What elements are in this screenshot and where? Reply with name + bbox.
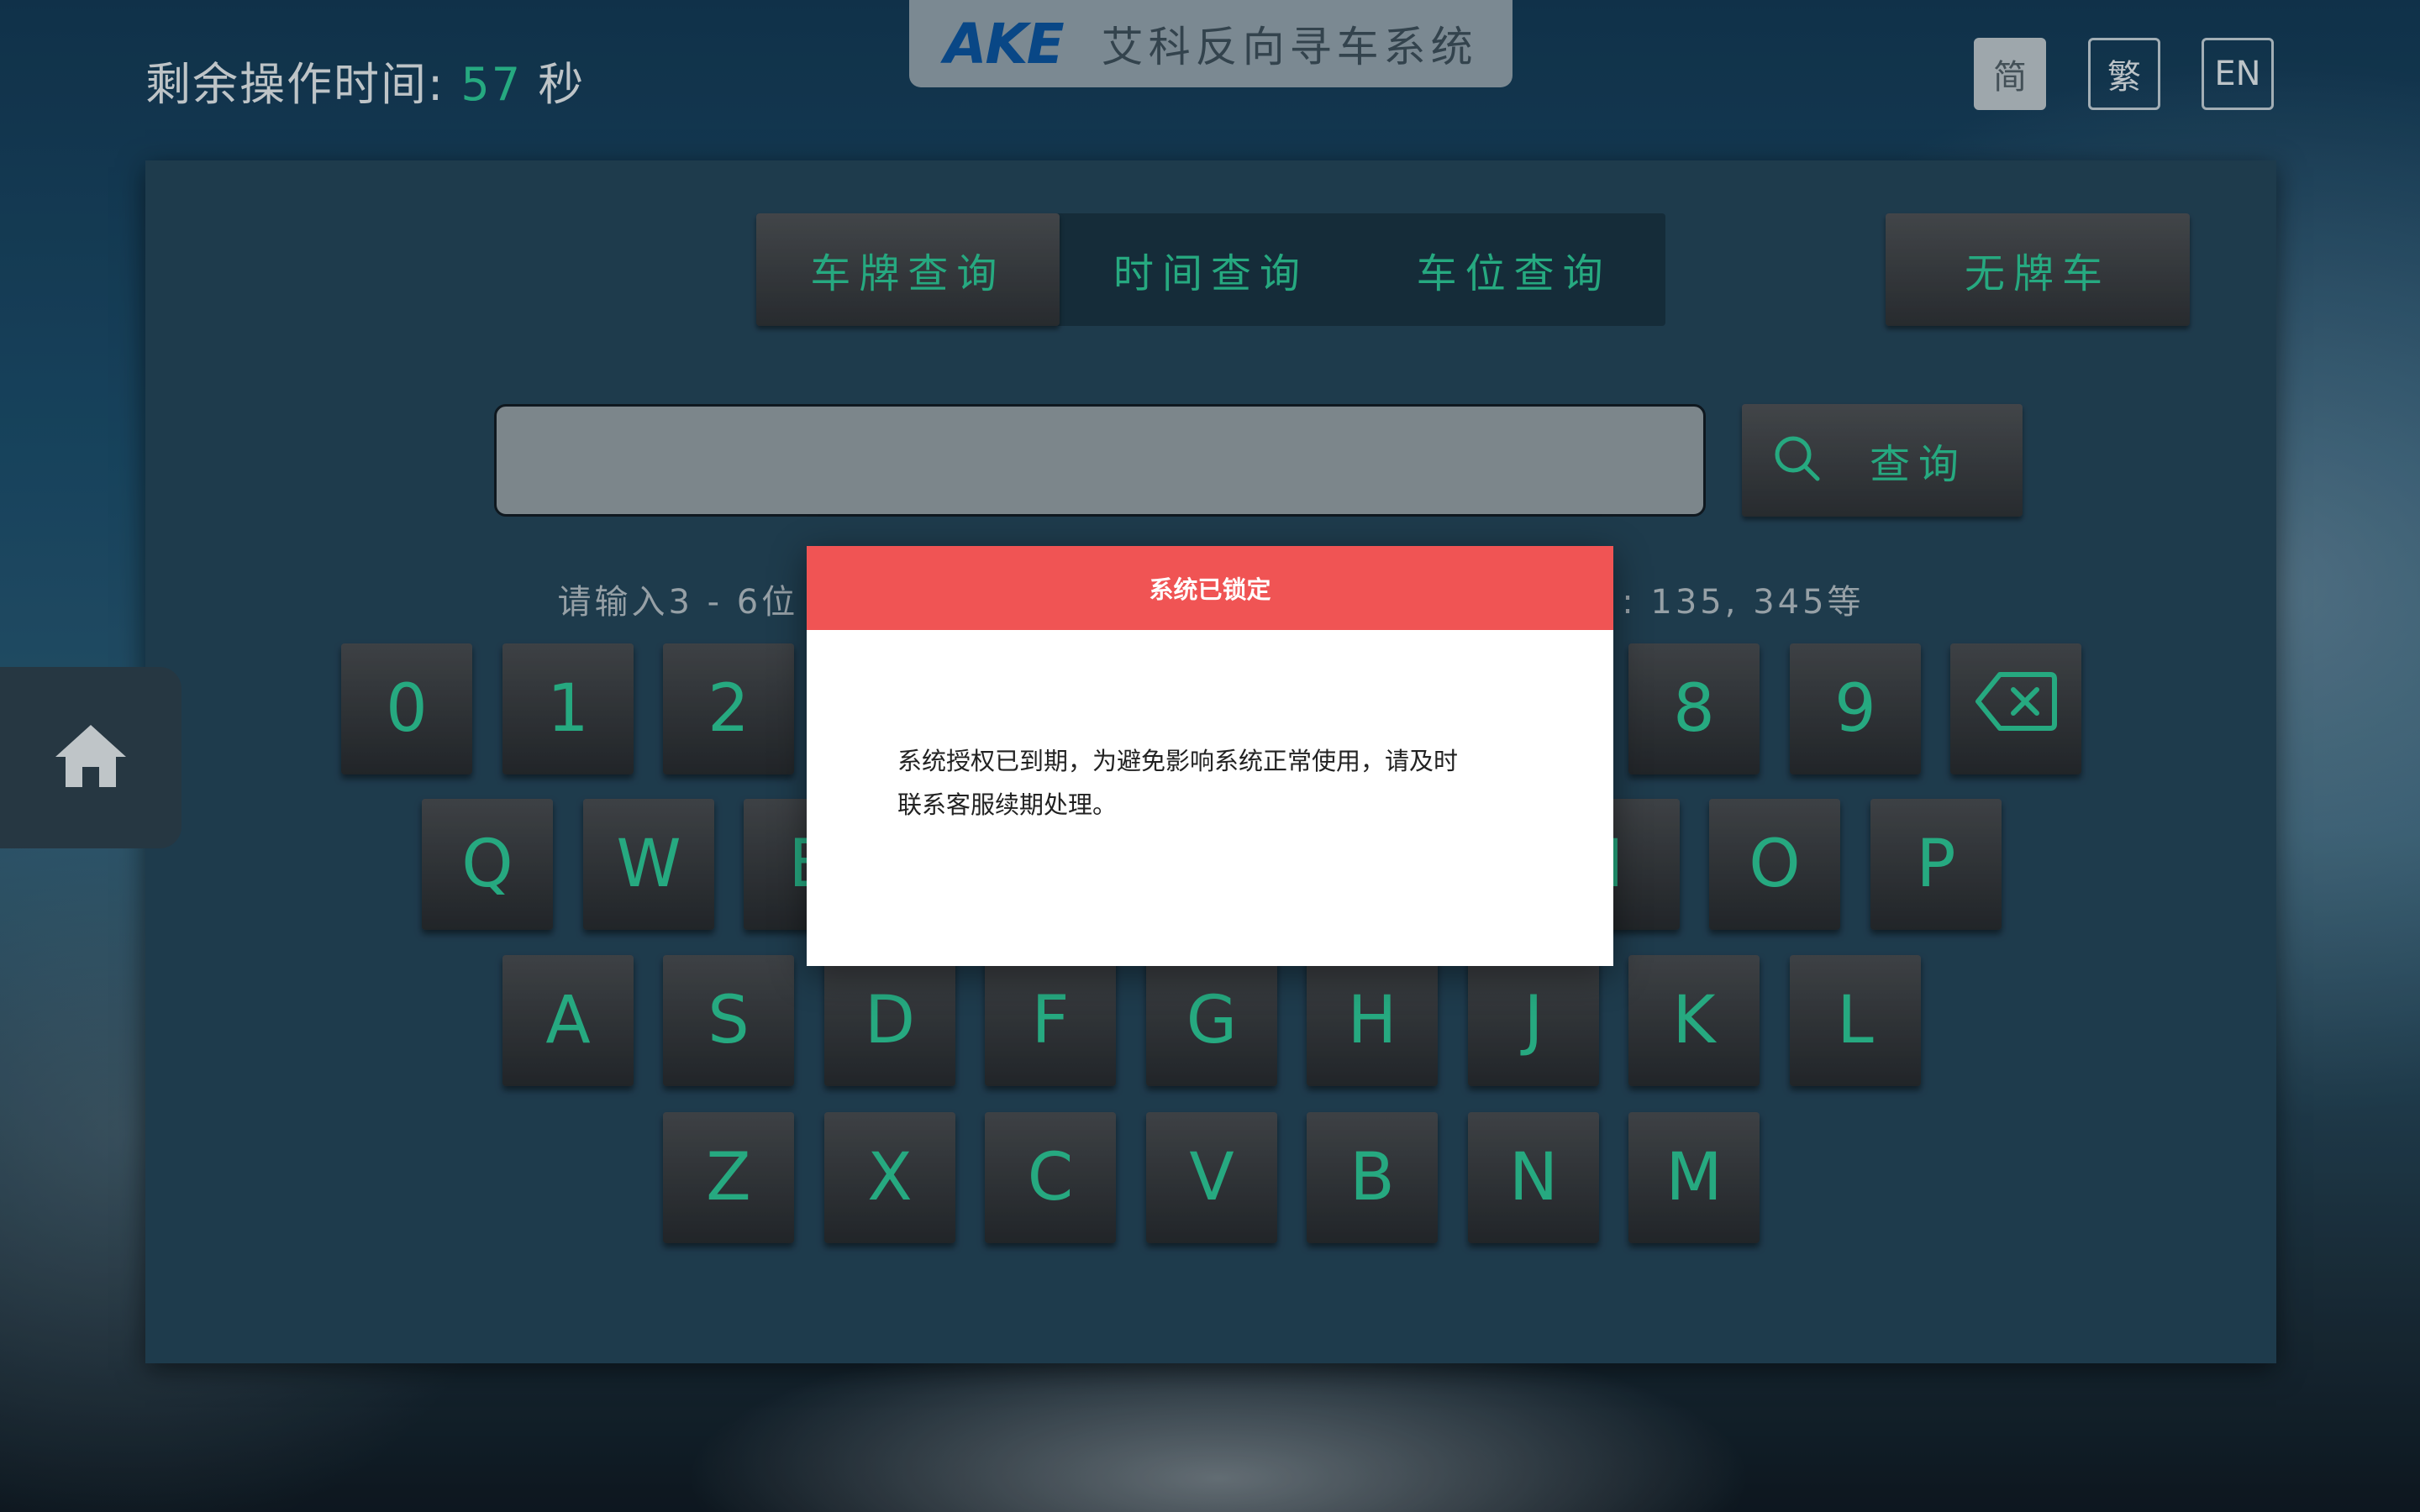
dialog-message-line-1: 系统授权已到期，为避免影响系统正常使用，请及时	[897, 747, 1459, 775]
kiosk-screen: 剩余操作时间: 57 秒 AKE 艾科反向寻车系统 简 繁 EN 车牌查询 时间…	[0, 0, 2420, 1512]
dialog-message: 系统授权已到期，为避免影响系统正常使用，请及时 联系客服续期处理。	[807, 739, 1613, 827]
system-locked-dialog: 系统已锁定 系统授权已到期，为避免影响系统正常使用，请及时 联系客服续期处理。	[807, 546, 1613, 966]
dialog-message-line-2: 联系客服续期处理。	[897, 790, 1118, 819]
dialog-title: 系统已锁定	[807, 546, 1613, 630]
